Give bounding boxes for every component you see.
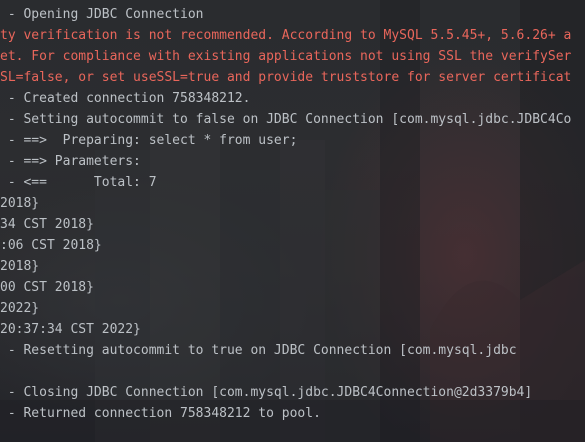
run-console-output[interactable]: - Opening JDBC Connection ty verificatio…	[0, 0, 585, 442]
log-line: - Created connection 758348212.	[0, 91, 251, 106]
log-line: 2018}	[0, 196, 40, 211]
log-line: - Setting autocommit to false on JDBC Co…	[0, 112, 572, 127]
log-line: 00 CST 2018}	[0, 280, 94, 295]
log-line: - Resetting autocommit to true on JDBC C…	[0, 343, 517, 358]
log-line: 20:37:34 CST 2022}	[0, 322, 141, 337]
log-line: - Closing JDBC Connection [com.mysql.jdb…	[0, 385, 533, 400]
log-lines[interactable]: - Opening JDBC Connection ty verificatio…	[0, 0, 585, 424]
log-line: - ==> Parameters:	[0, 154, 141, 169]
log-line-warning: et. For compliance with existing applica…	[0, 49, 572, 64]
log-line-warning: SL=false, or set useSSL=true and provide…	[0, 70, 572, 85]
log-line: - Returned connection 758348212 to pool.	[0, 406, 321, 421]
log-line: 2022}	[0, 301, 40, 316]
log-line: 2018}	[0, 259, 40, 274]
log-line-blank	[0, 361, 585, 382]
log-line: - ==> Preparing: select * from user;	[0, 133, 298, 148]
log-line: - Opening JDBC Connection	[0, 7, 204, 22]
log-line: :06 CST 2018}	[0, 238, 102, 253]
log-line: 34 CST 2018}	[0, 217, 94, 232]
log-line: - <== Total: 7	[0, 175, 157, 190]
log-line-warning: ty verification is not recommended. Acco…	[0, 28, 572, 43]
